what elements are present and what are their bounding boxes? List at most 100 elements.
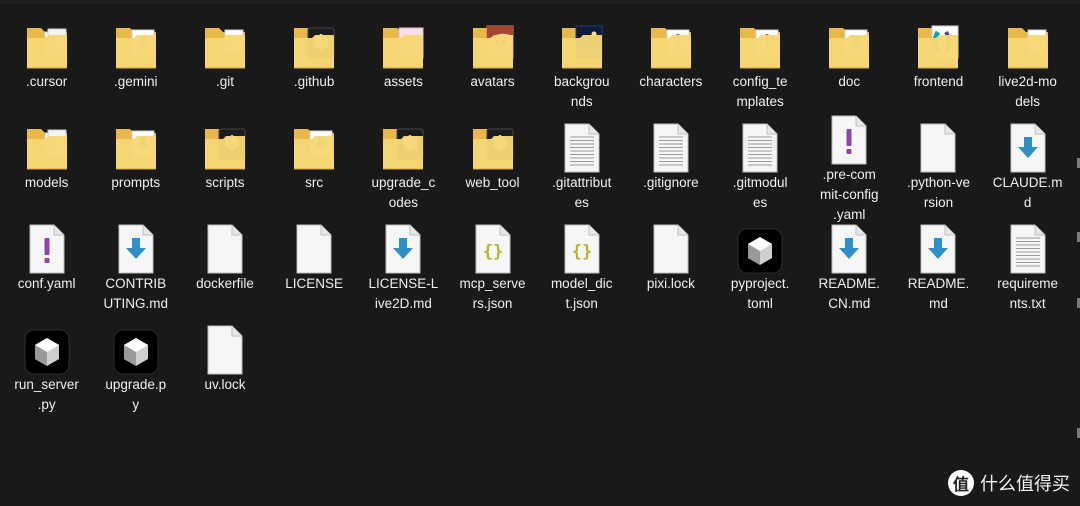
file-item[interactable]: pyproject. toml [716,216,805,317]
file-item[interactable]: CLAUDE.m d [983,115,1072,216]
file-explorer-window: .cursor .gemini .git .github assets avatars ba… [0,0,1080,506]
file-item[interactable]: upgrade_c odes [359,115,448,216]
file-label: dockerfile [196,276,254,291]
file-label: upgrade_c odes [371,175,436,210]
file-item[interactable]: backgrou nds [537,14,626,115]
file-item[interactable]: .gemini [91,14,180,115]
file-item[interactable]: config_te mplates [716,14,805,115]
file-label: models [24,175,69,190]
file-item[interactable]: pixi.lock [626,216,715,317]
file-label: README. CN.md [818,276,881,311]
file-label: upgrade.p y [105,377,167,412]
file-item[interactable]: .gitmodul es [716,115,805,216]
file-label: requireme nts.txt [997,276,1059,311]
folder-icon [290,115,338,173]
file-item[interactable]: LICENSE [270,216,359,317]
file-label: config_te mplates [732,74,788,109]
cube-app-icon [112,317,160,375]
file-item[interactable]: uv.lock [180,317,269,418]
folder-icon [23,14,71,72]
json-file-icon: {} [558,216,606,274]
file-item[interactable]: {} model_dic t.json [537,216,626,317]
right-edge-scrollbar[interactable] [1076,150,1080,450]
file-label: web_tool [465,175,520,190]
file-item[interactable]: {} mcp_serve rs.json [448,216,537,317]
folder-icon [379,14,427,72]
markdown-file-icon [379,216,427,274]
file-label: LICENSE [285,276,344,291]
folder-icon [1004,14,1052,72]
folder-icon [23,115,71,173]
text-file-icon [558,115,606,173]
folder-icon [914,14,962,72]
file-label: model_dic t.json [550,276,613,311]
file-label: characters [639,74,703,89]
file-item[interactable]: avatars [448,14,537,115]
watermark-text: 什么值得买 [980,474,1070,495]
markdown-file-icon [112,216,160,274]
file-item[interactable]: assets [359,14,448,115]
file-item[interactable]: scripts [180,115,269,216]
file-item[interactable]: upgrade.p y [91,317,180,418]
blank-file-icon [647,216,695,274]
folder-icon [201,115,249,173]
file-item[interactable]: doc [805,14,894,115]
text-file-icon [647,115,695,173]
file-label: .cursor [25,74,68,89]
cube-app-icon [736,216,784,274]
folder-icon [558,14,606,72]
file-item[interactable]: .cursor [2,14,91,115]
text-file-icon [1004,216,1052,274]
file-item[interactable]: README. md [894,216,983,317]
file-icon-grid: .cursor .gemini .git .github assets avatars ba… [2,14,1072,418]
file-item[interactable]: .github [270,14,359,115]
file-item[interactable]: models [2,115,91,216]
file-label: .github [293,74,335,89]
file-label: doc [838,74,861,89]
text-file-icon [736,115,784,173]
file-item[interactable]: dockerfile [180,216,269,317]
watermark-badge: 值 [948,470,974,496]
file-item[interactable]: conf.yaml [2,216,91,317]
svg-text:{}: {} [482,242,502,262]
folder-icon [469,14,517,72]
file-item[interactable]: frontend [894,14,983,115]
file-item[interactable]: CONTRIB UTING.md [91,216,180,317]
blank-file-icon [201,317,249,375]
file-item[interactable]: characters [626,14,715,115]
file-label: assets [383,74,423,89]
file-label: CLAUDE.m d [992,175,1063,210]
svg-text:{}: {} [571,242,591,262]
file-label: frontend [913,74,964,89]
file-item[interactable]: .gitattribut es [537,115,626,216]
file-label: .git [215,74,234,89]
file-item[interactable]: src [270,115,359,216]
file-item[interactable]: run_server .py [2,317,91,418]
cube-app-icon [23,317,71,375]
file-item[interactable]: .python-ve rsion [894,115,983,216]
file-label: .gitmodul es [732,175,788,210]
markdown-file-icon [1004,115,1052,173]
file-label: .gitattribut es [552,175,612,210]
file-label: mcp_serve rs.json [459,276,526,311]
file-label: backgrou nds [553,74,610,109]
file-label: scripts [205,175,245,190]
folder-icon [825,14,873,72]
file-item[interactable]: prompts [91,115,180,216]
folder-icon [647,14,695,72]
file-item[interactable]: .gitignore [626,115,715,216]
file-label: avatars [470,74,515,89]
file-label: .python-ve rsion [906,175,970,210]
file-label: run_server .py [14,377,79,412]
file-item[interactable]: live2d-mo dels [983,14,1072,115]
folder-icon [290,14,338,72]
file-label: live2d-mo dels [998,74,1057,109]
file-item[interactable]: web_tool [448,115,537,216]
blank-file-icon [201,216,249,274]
file-item[interactable]: .git [180,14,269,115]
file-item[interactable]: LICENSE-L ive2D.md [359,216,448,317]
file-item[interactable]: README. CN.md [805,216,894,317]
folder-icon [201,14,249,72]
file-item[interactable]: requireme nts.txt [983,216,1072,317]
file-item[interactable]: .pre-com mit-config .yaml [805,115,894,222]
